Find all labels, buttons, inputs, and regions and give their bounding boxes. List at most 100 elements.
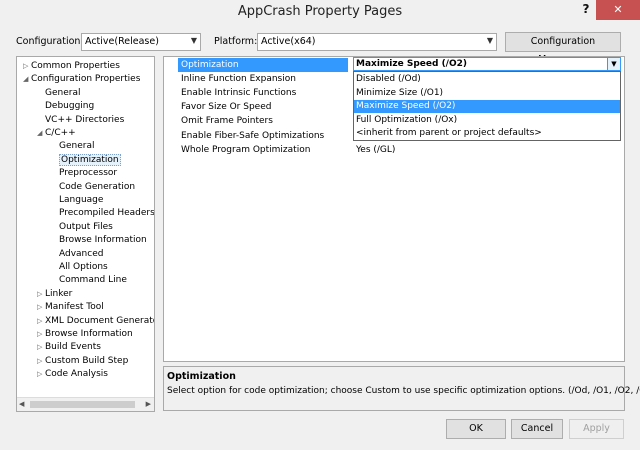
triangle-right-icon[interactable]: ▷	[37, 288, 45, 301]
triangle-right-icon[interactable]: ▷	[37, 368, 45, 381]
tree-item[interactable]: Language	[51, 194, 103, 207]
tree-item-label: Browse Information	[45, 329, 133, 339]
tree-item-label: C/C++	[45, 128, 76, 138]
tree-item-label: Configuration Properties	[31, 74, 141, 85]
tree-item-label: Custom Build Step	[45, 355, 129, 366]
configuration-label: Configuration:	[16, 36, 84, 47]
triangle-right-icon[interactable]: ▷	[37, 315, 45, 328]
platform-label: Platform:	[214, 36, 258, 47]
scroll-right-icon[interactable]: ▶	[146, 400, 151, 408]
tree-item-label: VC++ Directories	[45, 114, 125, 125]
tree-item[interactable]: ▷ Code Analysis	[37, 368, 108, 381]
title-bar: AppCrash Property Pages ? ✕	[0, 0, 640, 26]
tree-item-label: Manifest Tool	[45, 302, 104, 313]
optimization-value-combo[interactable]: Maximize Speed (/O2) ▼	[353, 57, 621, 71]
ok-button[interactable]: OK	[446, 419, 506, 439]
tree-item[interactable]: Preprocessor	[51, 167, 117, 180]
configuration-manager-button[interactable]: Configuration Manager...	[505, 32, 621, 65]
tree-item[interactable]: ◢ C/C++	[37, 127, 76, 140]
help-button[interactable]: ?	[578, 2, 594, 18]
property-name: Enable Intrinsic Functions	[181, 88, 297, 99]
tree-horizontal-scrollbar[interactable]: ◀ ▶	[17, 397, 154, 411]
tree-item-label: Precompiled Headers	[59, 208, 155, 219]
window-title: AppCrash Property Pages	[237, 4, 403, 19]
description-text: Select option for code optimization; cho…	[167, 386, 640, 396]
triangle-right-icon[interactable]: ▷	[37, 355, 45, 368]
tree-item[interactable]: All Options	[51, 261, 108, 274]
tree-item[interactable]: VC++ Directories	[37, 114, 124, 127]
tree-item[interactable]: ▷ Build Events	[37, 341, 101, 354]
tree-item-label: General	[59, 141, 95, 152]
dropdown-option[interactable]: Maximize Speed (/O2)	[354, 100, 620, 113]
tree-item-label: Browse Information	[59, 235, 147, 246]
optimization-selected-value: Maximize Speed (/O2)	[356, 59, 467, 69]
tree-item[interactable]: ▷ Manifest Tool	[37, 301, 104, 314]
tree-item-label: Linker	[45, 288, 73, 299]
triangle-right-icon[interactable]: ▷	[37, 328, 45, 341]
property-name: Optimization	[178, 58, 348, 72]
configuration-select[interactable]: Active(Release) ▼	[81, 33, 201, 51]
tree-item-label: Optimization	[59, 153, 121, 166]
dropdown-option[interactable]: Disabled (/Od)	[354, 73, 620, 86]
tree-item[interactable]: ▷ Linker	[37, 288, 72, 301]
tree-item-label: All Options	[59, 262, 108, 272]
tree-item-label: Preprocessor	[59, 168, 118, 179]
tree-item[interactable]: Debugging	[37, 100, 94, 113]
triangle-right-icon[interactable]: ▷	[37, 301, 45, 314]
description-title: Optimization	[167, 371, 236, 382]
tree-item-label: Build Events	[45, 342, 101, 353]
scroll-thumb[interactable]	[30, 401, 135, 408]
tree-item-label: Code Generation	[59, 181, 136, 192]
tree-item-label: Code Analysis	[45, 369, 108, 380]
triangle-down-icon[interactable]: ◢	[23, 73, 31, 86]
tree-item-label: Language	[59, 195, 104, 205]
property-name: Omit Frame Pointers	[181, 116, 273, 127]
chevron-down-icon: ▼	[190, 36, 197, 45]
scroll-left-icon[interactable]: ◀	[19, 400, 24, 408]
chevron-down-icon: ▼	[486, 36, 493, 45]
property-name: Whole Program Optimization	[181, 144, 311, 155]
triangle-down-icon[interactable]: ◢	[37, 127, 45, 140]
tree-item[interactable]: General	[37, 87, 80, 100]
property-tree[interactable]: ▷ Common Properties ◢ Configuration Propert…	[16, 56, 155, 412]
apply-button[interactable]: Apply	[569, 419, 624, 439]
tree-item[interactable]: Output Files	[51, 221, 113, 234]
tree-item-label: Command Line	[59, 275, 127, 286]
tree-item[interactable]: Browse Information	[51, 234, 147, 247]
tree-item-label: General	[45, 87, 81, 98]
tree-item-label: XML Document Generator	[45, 315, 155, 326]
tree-item-label: Advanced	[59, 248, 104, 259]
tree-item[interactable]: ▷ Custom Build Step	[37, 355, 128, 368]
property-row[interactable]: Whole Program Optimization Yes (/GL)	[164, 143, 624, 157]
tree-item[interactable]: ◢ Configuration Properties	[23, 73, 140, 86]
platform-select[interactable]: Active(x64) ▼	[257, 33, 497, 51]
platform-value: Active(x64)	[261, 36, 316, 47]
tree-item-label: Output Files	[59, 221, 113, 232]
description-panel: Optimization Select option for code opti…	[163, 366, 640, 411]
optimization-dropdown-list: Disabled (/Od) Minimize Size (/O1) Maximiz…	[353, 71, 621, 141]
tree-item[interactable]: ▷ Browse Information	[37, 328, 133, 341]
dropdown-option[interactable]: <inherit from parent or project defaults…	[354, 127, 620, 140]
dropdown-option[interactable]: Full Optimization (/Ox)	[354, 114, 620, 127]
property-pages-window: AppCrash Property Pages ? ✕ Configuratio…	[0, 0, 640, 450]
configuration-value: Active(Release)	[85, 36, 159, 47]
tree-item[interactable]: ▷ Common Properties	[23, 60, 120, 73]
tree-item[interactable]: General	[51, 140, 94, 153]
tree-item[interactable]: Command Line	[51, 274, 127, 287]
tree-item[interactable]: Code Generation	[51, 181, 135, 194]
property-name: Inline Function Expansion	[181, 74, 296, 85]
close-button[interactable]: ✕	[596, 0, 640, 20]
triangle-right-icon[interactable]: ▷	[23, 60, 31, 73]
triangle-right-icon[interactable]: ▷	[37, 341, 45, 354]
tree-item[interactable]: Optimization	[51, 153, 121, 167]
tree-item-label: Debugging	[45, 101, 95, 112]
chevron-down-icon[interactable]: ▼	[607, 58, 620, 70]
tree-item[interactable]: ▷ XML Document Generator	[37, 315, 155, 328]
property-name: Favor Size Or Speed	[181, 102, 272, 113]
window-bottom-edge	[0, 440, 640, 450]
property-value: Yes (/GL)	[356, 144, 396, 155]
cancel-button[interactable]: Cancel	[511, 419, 563, 439]
tree-item[interactable]: Advanced	[51, 248, 103, 261]
dropdown-option[interactable]: Minimize Size (/O1)	[354, 87, 620, 100]
tree-item[interactable]: Precompiled Headers	[51, 207, 155, 220]
